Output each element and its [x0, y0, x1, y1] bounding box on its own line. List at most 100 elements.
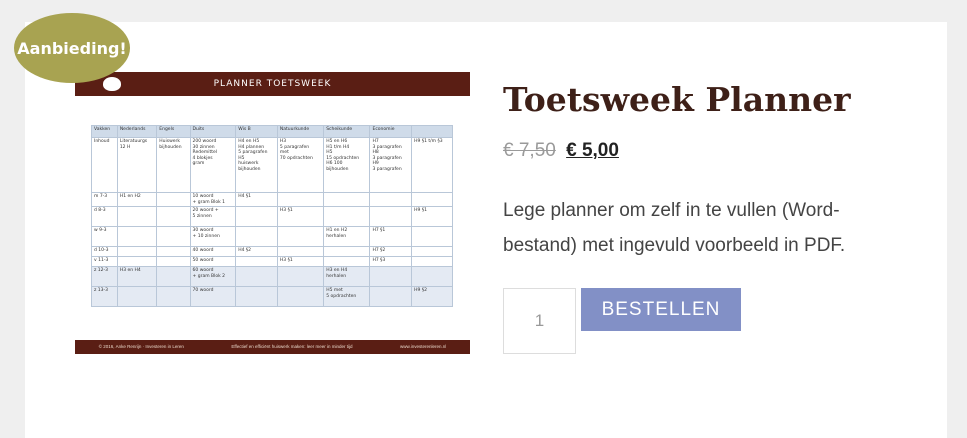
planner-cell — [323, 256, 371, 267]
planner-cell: 60 woord + gram Blok 2 — [189, 266, 237, 287]
planner-cell — [411, 256, 453, 267]
planner-cell: d 10-3 — [91, 246, 118, 257]
planner-header-cell: Engels — [156, 125, 191, 138]
planner-row: z 13-3 70 woord H5 met 5 opdrachten H9 §2 — [91, 286, 453, 307]
planner-cell — [156, 286, 191, 307]
planner-header-row: Vakken Nederlands Engels Duits Wis B Natuurku… — [91, 125, 453, 138]
planner-cell: H9 §1 — [411, 206, 453, 227]
planner-row: Inhoud Literatuurgs 12 H Huiswerk bijhoude… — [91, 137, 453, 193]
planner-header-cell: Natuurkunde — [276, 125, 325, 138]
order-button[interactable]: BESTELLEN — [581, 288, 741, 331]
planner-cell: H3 en H4 — [116, 266, 158, 287]
planner-header-cell: Vakken — [91, 125, 118, 138]
planner-cell — [235, 286, 278, 307]
planner-cell: 30 woord + 10 zinnen — [189, 226, 237, 247]
product-image[interactable]: PLANNER TOETSWEEK Vakken Nederlands Engels… — [75, 72, 470, 354]
planner-cell: H9 §2 — [411, 286, 453, 307]
planner-cell: H5 met 5 opdrachten — [323, 286, 371, 307]
planner-cell: H3 5 paragrafen met 70 opdrachten — [276, 137, 325, 193]
image-footer-copyright: © 2016, Anke Renrijn · Investeren in Ler… — [98, 344, 184, 349]
planner-cell — [411, 266, 453, 287]
planner-row: m 7-3 H1 en H2 10 woord + gram Blok 1 H4 §1 — [91, 192, 453, 207]
planner-cell: Huiswerk bijhouden — [156, 137, 191, 193]
planner-table: Vakken Nederlands Engels Duits Wis B Natuurku… — [91, 125, 453, 307]
planner-cell: 50 woord — [189, 256, 237, 267]
planner-cell: Inhoud — [91, 137, 118, 193]
product-description: Lege planner om zelf in te vullen (Word-… — [503, 200, 846, 256]
planner-cell: 10 woord + gram Blok 1 — [189, 192, 237, 207]
planner-cell: 20 woord + 5 zinnen — [189, 206, 237, 227]
quantity-input[interactable] — [503, 288, 576, 354]
planner-header-cell — [411, 125, 453, 138]
planner-row: d 8-3 20 woord + 5 zinnen H3 §1 H9 §1 — [91, 206, 453, 227]
planner-cell — [276, 192, 325, 207]
planner-cell — [369, 286, 413, 307]
planner-cell — [369, 192, 413, 207]
planner-cell: H7 §3 — [369, 256, 413, 267]
sale-badge: Aanbieding! — [14, 13, 130, 83]
planner-cell — [235, 256, 278, 267]
planner-cell — [323, 246, 371, 257]
planner-header-cell: Economie — [369, 125, 413, 138]
planner-cell — [116, 226, 158, 247]
planner-header-cell: Scheikunde — [323, 125, 371, 138]
planner-cell — [156, 226, 191, 247]
planner-cell — [116, 206, 158, 227]
planner-cell: H7 §1 — [369, 226, 413, 247]
old-price: € 7,50 — [503, 140, 556, 161]
planner-cell — [276, 266, 325, 287]
planner-cell — [156, 246, 191, 257]
planner-cell: z 13-3 — [91, 286, 118, 307]
planner-cell — [369, 206, 413, 227]
planner-cell: Literatuurgs 12 H — [116, 137, 158, 193]
planner-row: d 10-3 40 woord H4 §2 H7 §2 — [91, 246, 453, 257]
planner-header-cell: Wis B — [235, 125, 278, 138]
sale-price: € 5,00 — [566, 140, 619, 161]
product-title: Toetsweek Planner — [503, 80, 851, 119]
image-footer-website: www.investerenleren.nl — [399, 344, 447, 349]
planner-cell: H4 §1 — [235, 192, 278, 207]
planner-cell — [411, 192, 453, 207]
planner-cell: H4 en H5 H4 plannen 5 paragrafen H5 huis… — [235, 137, 278, 193]
planner-cell: H4 §2 — [235, 246, 278, 257]
planner-cell — [156, 256, 191, 267]
image-footer-tagline: Effectief en efficiënt huiswerk maken: l… — [231, 344, 353, 349]
planner-cell — [411, 246, 453, 257]
planner-cell — [369, 266, 413, 287]
image-header: PLANNER TOETSWEEK — [75, 72, 470, 96]
planner-cell — [156, 206, 191, 227]
planner-cell — [411, 226, 453, 247]
planner-cell — [116, 256, 158, 267]
planner-cell: d 8-3 — [91, 206, 118, 227]
planner-row: v 11-3 50 woord H3 §1 H7 §3 — [91, 256, 453, 267]
planner-cell: H7 §2 — [369, 246, 413, 257]
planner-header-cell: Duits — [189, 125, 237, 138]
planner-cell: 200 woord 30 zinnen Redemittel 4 blokjes… — [189, 137, 237, 193]
planner-cell: m 7-3 — [91, 192, 118, 207]
planner-cell: v 11-3 — [91, 256, 118, 267]
planner-cell: H3 §1 — [276, 206, 325, 227]
planner-row: z 12-3 H3 en H4 60 woord + gram Blok 2 H3 e… — [91, 266, 453, 287]
planner-cell — [276, 246, 325, 257]
planner-cell — [156, 266, 191, 287]
planner-cell — [276, 286, 325, 307]
planner-row: w 9-3 30 woord + 10 zinnen H1 en H2 herhal… — [91, 226, 453, 247]
planner-cell — [116, 286, 158, 307]
planner-cell: H1 en H2 herhalen — [323, 226, 371, 247]
planner-cell — [323, 192, 371, 207]
image-header-title: PLANNER TOETSWEEK — [213, 79, 332, 89]
planner-cell: H1 en H2 — [116, 192, 158, 207]
planner-cell: H3 §1 — [276, 256, 325, 267]
planner-cell — [156, 192, 191, 207]
planner-cell — [116, 246, 158, 257]
planner-cell — [235, 266, 278, 287]
planner-cell: H3 en H4 herhalen — [323, 266, 371, 287]
planner-cell: H7 3 paragrafen H8 3 paragrafen H9 3 par… — [369, 137, 413, 193]
planner-cell: 70 woord — [189, 286, 237, 307]
planner-cell — [235, 206, 278, 227]
planner-cell — [323, 206, 371, 227]
planner-cell: 40 woord — [189, 246, 237, 257]
planner-cell — [276, 226, 325, 247]
planner-cell: z 12-3 — [91, 266, 118, 287]
planner-cell — [235, 226, 278, 247]
